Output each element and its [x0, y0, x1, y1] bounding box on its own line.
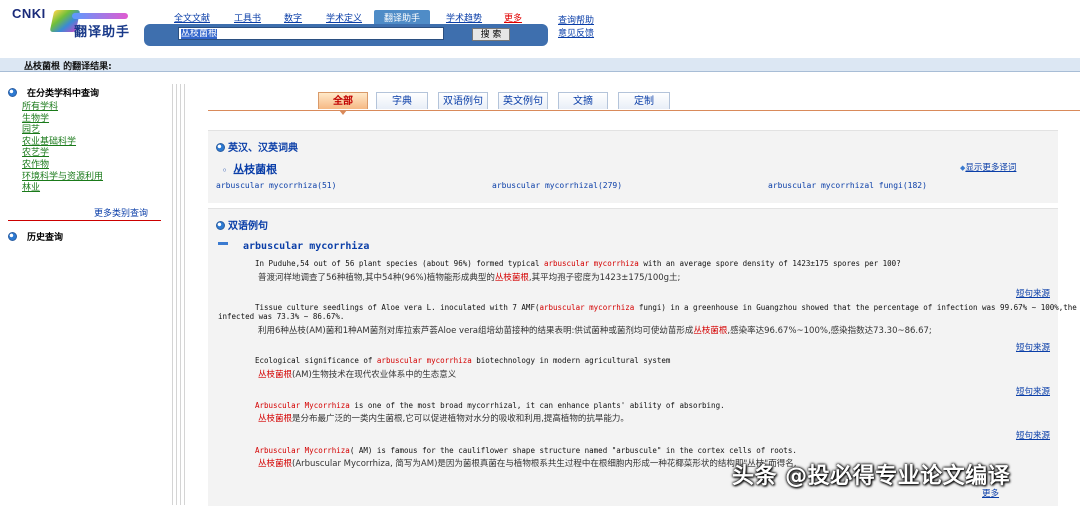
sentence-source-link[interactable]: 短句来源 [1016, 287, 1050, 299]
example-chinese: 丛枝菌根是分布最广泛的一类内生菌根,它可以促进植物对水分的吸收和利用,提高植物的… [258, 414, 629, 424]
translation-link[interactable]: arbuscular mycorrhizal fungi(182) [768, 181, 927, 190]
query-help-link[interactable]: 查询帮助 [558, 15, 594, 28]
bilingual-circle-icon [216, 221, 225, 230]
nav-numbers[interactable]: 数字 [284, 11, 302, 24]
tab-english-examples[interactable]: 英文例句 [498, 92, 548, 109]
watermark-text: 头条 @投必得专业论文编译 [732, 464, 1011, 489]
result-tabs: 全部 字典 双语例句 英文例句 文摘 定制 [208, 92, 1080, 111]
tab-custom[interactable]: 定制 [618, 92, 670, 109]
header: CNKI 翻译助手 全文文献 工具书 数字 学术定义 翻译助手 学术趋势 更多 … [0, 0, 1080, 58]
example-chinese: 普渡河样地调查了56种植物,其中54种(96%)植物能形成典型的丛枝菌根,其平均… [258, 273, 681, 283]
example-chinese: 丛枝菌根(AM)生物技术在现代农业体系中的生态意义 [258, 370, 457, 380]
logo-product-name: 翻译助手 [74, 25, 131, 40]
nav-more[interactable]: 更多 [504, 11, 522, 24]
cnki-logo[interactable]: CNKI 翻译助手 [8, 4, 138, 50]
result-header-bar: 丛枝菌根 的翻译结果: [0, 58, 1080, 72]
help-links: 查询帮助 意见反馈 [558, 15, 594, 41]
column-separator [172, 84, 186, 505]
bilingual-headword: arbuscular mycorrhiza [243, 241, 370, 252]
category-link[interactable]: 生物学 [22, 114, 103, 126]
dictionary-circle-icon [216, 143, 225, 152]
example-english: Arbuscular Mycorrhiza( AM) is famous for… [255, 446, 797, 455]
dictionary-heading: 英汉、汉英词典 [216, 139, 298, 154]
tab-all[interactable]: 全部 [318, 92, 368, 109]
tab-dictionary[interactable]: 字典 [376, 92, 428, 109]
history-circle-icon [8, 232, 17, 241]
bilingual-title: 双语例句 [228, 221, 268, 232]
example-chinese: 丛枝菌根(Arbuscular Mycorrhiza, 简写为AM)是因为菌根真… [258, 459, 797, 469]
category-link[interactable]: 所有学科 [22, 102, 103, 114]
category-list: 所有学科 生物学 园艺 农业基础科学 农艺学 农作物 环境科学与资源利用 林业 [22, 102, 103, 195]
category-search-title: 在分类学科中查询 [27, 89, 100, 99]
example-english: In Puduhe,54 out of 56 plant species (ab… [255, 259, 901, 268]
bilingual-heading: 双语例句 [216, 217, 268, 232]
example-english: Tissue culture seedlings of Aloe vera L.… [255, 303, 1080, 312]
example-english-continued: infected was 73.3% ~ 86.67%. [218, 312, 345, 321]
category-circle-icon [8, 88, 17, 97]
search-input[interactable]: 丛枝菌根 [178, 27, 444, 40]
sentence-source-link[interactable]: 短句来源 [1016, 385, 1050, 397]
sentence-source-link[interactable]: 短句来源 [1016, 341, 1050, 353]
logo-brand: CNKI [12, 6, 46, 21]
dictionary-term-text: 丛枝菌根 [233, 163, 278, 176]
translation-link[interactable]: arbuscular mycorrhiza(51) [216, 181, 336, 190]
example-chinese: 利用6种丛枝(AM)菌和1种AM菌剂对库拉索芦荟Aloe vera组培幼苗接种的… [258, 326, 932, 336]
more-translations-link[interactable]: 显示更多译词 [965, 163, 1016, 173]
translation-link[interactable]: arbuscular mycorrhizal(279) [492, 181, 622, 190]
more-translations: ◆显示更多译词 [960, 161, 1016, 173]
history-heading: 历史查询 [8, 230, 63, 243]
bullet-icon: ◦ [222, 166, 228, 175]
category-link[interactable]: 农业基础科学 [22, 137, 103, 149]
tab-abstracts[interactable]: 文摘 [558, 92, 608, 109]
search-button[interactable]: 搜 索 [472, 28, 510, 41]
result-header-text: 丛枝菌根 的翻译结果: [24, 62, 112, 72]
active-tab-arrow-icon [339, 110, 347, 115]
category-search-heading: 在分类学科中查询 [8, 86, 99, 99]
category-link[interactable]: 环境科学与资源利用 [22, 172, 103, 184]
sentence-source-link[interactable]: 短句来源 [1016, 429, 1050, 441]
category-link[interactable]: 林业 [22, 183, 103, 195]
example-english: Arbuscular Mycorrhiza is one of the most… [255, 401, 725, 410]
sidebar-divider [8, 220, 161, 221]
category-link[interactable]: 农艺学 [22, 148, 103, 160]
category-link[interactable]: 农作物 [22, 160, 103, 172]
dictionary-panel: 英汉、汉英词典 ◦ 丛枝菌根 ◆显示更多译词 arbuscular mycorrh… [208, 130, 1058, 203]
dictionary-term: ◦ 丛枝菌根 [222, 161, 277, 177]
nav-reference-books[interactable]: 工具书 [234, 11, 261, 24]
more-categories-link[interactable]: 更多类别查询 [94, 206, 148, 219]
collapse-icon[interactable] [218, 242, 228, 245]
nav-academic-trends[interactable]: 学术趋势 [446, 11, 482, 24]
feedback-link[interactable]: 意见反馈 [558, 28, 594, 41]
history-title[interactable]: 历史查询 [27, 233, 63, 243]
example-english: Ecological significance of arbuscular my… [255, 356, 671, 365]
logo-swoosh [72, 13, 128, 19]
category-link[interactable]: 园艺 [22, 125, 103, 137]
nav-translation-assistant[interactable]: 翻译助手 [374, 10, 431, 25]
tab-bilingual[interactable]: 双语例句 [438, 92, 488, 109]
search-input-value: 丛枝菌根 [181, 29, 218, 39]
nav-definitions[interactable]: 学术定义 [326, 11, 362, 24]
nav-fulltext[interactable]: 全文文献 [174, 11, 210, 24]
dictionary-title: 英汉、汉英词典 [228, 143, 298, 154]
search-bar: 丛枝菌根 搜 索 [144, 24, 548, 46]
